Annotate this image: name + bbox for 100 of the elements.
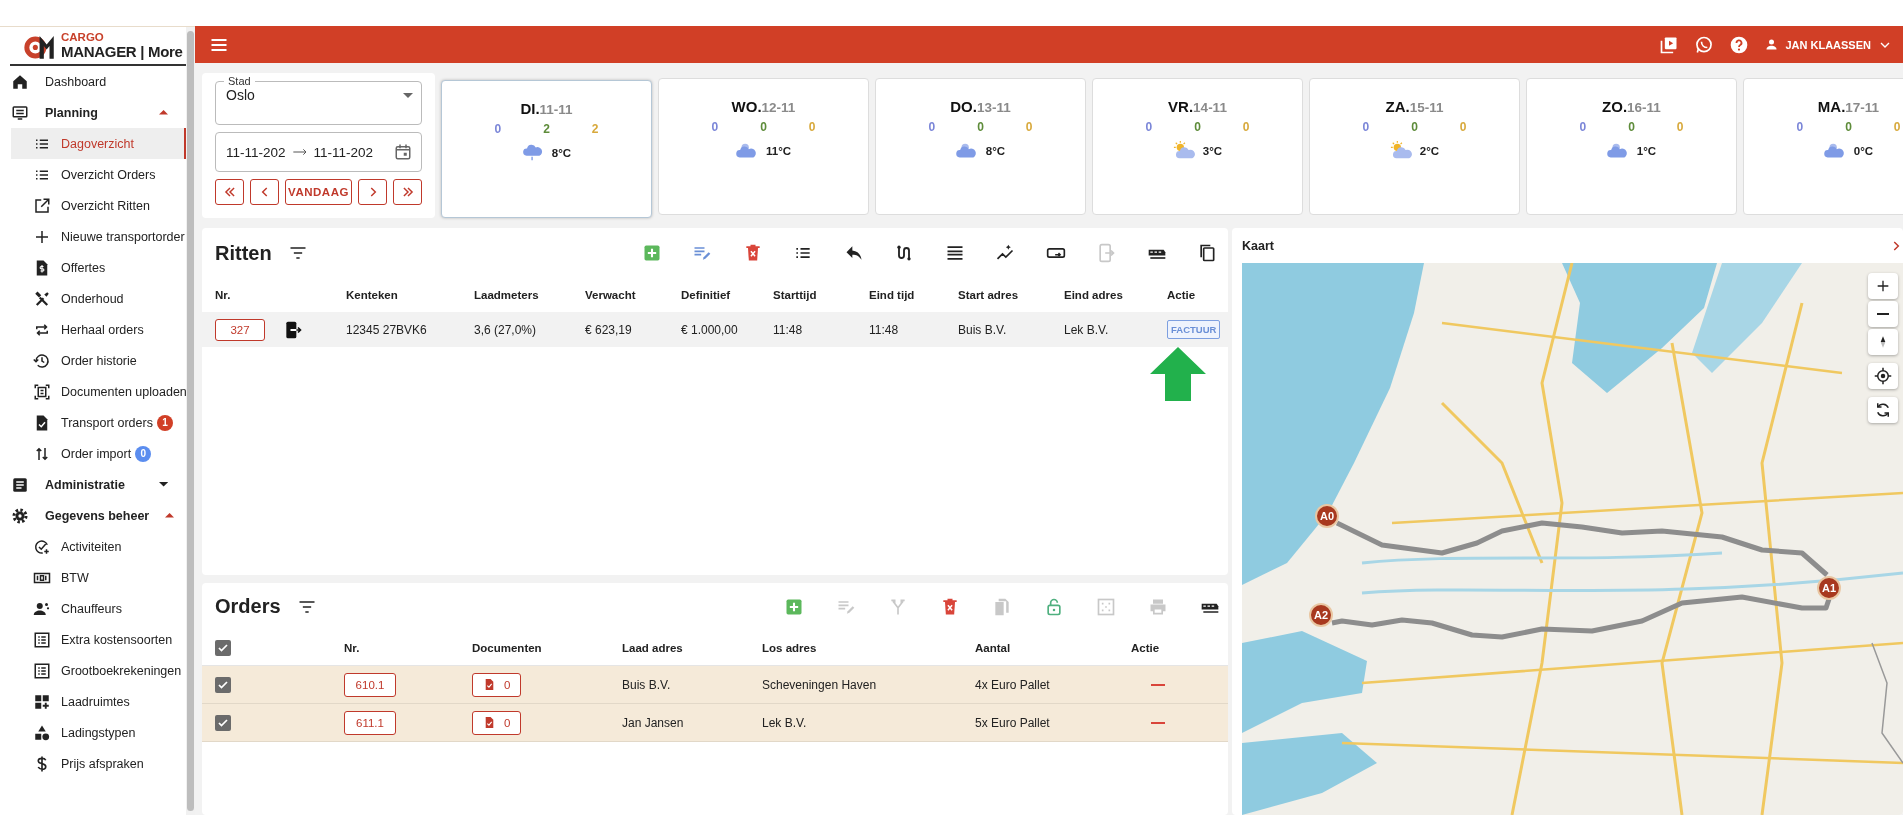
document-icon	[483, 678, 496, 691]
previous-button[interactable]	[250, 179, 279, 205]
documents-button[interactable]: 0	[472, 672, 522, 697]
weekday: WO.	[731, 98, 762, 115]
sidebar-item[interactable]: Overzicht Ritten	[11, 190, 186, 221]
task-count: 0	[1676, 120, 1684, 134]
locate-button[interactable]	[1868, 363, 1898, 389]
sidebar-item[interactable]: Documenten uploaden	[11, 376, 186, 407]
document-icon	[483, 716, 496, 729]
table-cell-text: Scheveningen Haven	[762, 677, 878, 692]
sidebar-item[interactable]: Gegevens beheer	[0, 500, 186, 531]
order-number-button[interactable]: 610.1	[344, 672, 396, 697]
checkmark-icon	[217, 716, 229, 729]
route-icon[interactable]	[894, 243, 914, 263]
scrollbar[interactable]	[187, 31, 194, 811]
sidebar-item[interactable]: Offertes	[11, 252, 186, 283]
day-card[interactable]: ZO.16-11 0 0 0 1°C	[1526, 78, 1737, 215]
table-cell-text: Lek B.V.	[762, 715, 808, 730]
temperature: 1°C	[1636, 145, 1657, 157]
sidebar-item[interactable]: Order import 0	[11, 438, 186, 469]
column-header: Documenten	[472, 641, 543, 654]
temperature: 2°C	[1419, 145, 1440, 157]
temperature: 3°C	[1202, 145, 1223, 157]
day-card[interactable]: DI.11-11 0 2 2 8°C	[441, 80, 652, 218]
weekday: DO.	[950, 98, 977, 115]
day-card[interactable]: ZA.15-11 0 0 0 2°C	[1309, 78, 1520, 215]
grid-icon	[33, 692, 51, 711]
help-icon[interactable]	[1729, 34, 1750, 55]
arrow-icon	[1150, 347, 1206, 401]
sidebar-item[interactable]: Chauffeurs	[11, 593, 186, 624]
sidebar-item[interactable]: Dashboard	[0, 66, 186, 97]
today-button[interactable]: VANDAAG	[285, 179, 352, 205]
check-circle-icon	[33, 537, 51, 556]
last-button[interactable]	[393, 179, 422, 205]
task-count: 0	[928, 120, 936, 134]
task-count: 0	[760, 120, 767, 134]
sidebar-item[interactable]: Activiteiten	[11, 531, 186, 562]
day-card[interactable]: MA.17-11 0 0 0 0°C	[1743, 78, 1903, 215]
temperature: 11°C	[765, 145, 792, 157]
table-cell-text: Buis B.V.	[622, 677, 672, 692]
temperature: 8°C	[551, 147, 572, 159]
city-select[interactable]: Stad Oslo	[215, 75, 422, 125]
weekday: MA.	[1817, 98, 1846, 115]
task-count: 0	[808, 120, 816, 134]
tools-icon	[33, 289, 51, 308]
day-card[interactable]: VR.14-11 0 0 0 3°C	[1092, 78, 1303, 215]
first-button[interactable]	[215, 179, 244, 205]
checkmark-icon	[217, 641, 229, 654]
date-range-field[interactable]: 11-11-202 11-11-202	[215, 132, 422, 172]
panel-title: Orders	[215, 595, 281, 618]
copy-icon[interactable]	[1197, 243, 1217, 263]
checkbox[interactable]	[215, 714, 231, 731]
sidebar-item[interactable]: Laadruimtes	[11, 686, 186, 717]
day-card[interactable]: WO.12-11 0 0 0 11°C	[658, 78, 869, 215]
sidebar-item[interactable]: Dagoverzicht	[11, 128, 186, 159]
sidebar-item[interactable]: Order historie	[11, 345, 186, 376]
sidebar-item[interactable]: Ladingstypen	[11, 717, 186, 748]
table-cell-text: Buis B.V.	[958, 322, 1008, 337]
sidebar-item[interactable]: Extra kostensoorten	[11, 624, 186, 655]
checkbox[interactable]	[215, 639, 231, 656]
sidebar-item[interactable]: Onderhoud	[11, 283, 186, 314]
user-menu-button[interactable]: JAN KLAASSEN	[1764, 36, 1893, 53]
chat-icon[interactable]	[1694, 34, 1715, 55]
sidebar-item[interactable]: BTW	[11, 562, 186, 593]
date: 12-11	[761, 100, 796, 115]
checkbox[interactable]	[215, 676, 231, 693]
refresh-button[interactable]	[1868, 397, 1898, 423]
sidebar-item[interactable]: Nieuwe transportorder	[11, 221, 186, 252]
table-row[interactable]: 327 12345 27BVK6 3,6 (27,0%) € 623,19 € 1.000,00 11:48 11:48 Buis B.V. Lek B.V. FACTUUR	[202, 312, 1228, 347]
double-chevron-right-icon	[400, 185, 415, 199]
table-cell-text: 4x Euro Pallet	[975, 677, 1051, 692]
sidebar-item[interactable]: Transport orders 1	[11, 407, 186, 438]
lock-open-icon[interactable]	[1044, 596, 1064, 617]
date: 16-11	[1627, 100, 1661, 115]
zoom-out-button[interactable]	[1868, 301, 1898, 327]
trip-number-button[interactable]: 327	[215, 318, 265, 341]
delete-icon[interactable]	[940, 596, 960, 617]
next-button[interactable]	[358, 179, 387, 205]
calendar-icon	[394, 143, 412, 161]
remove-icon[interactable]	[1151, 683, 1165, 686]
sidebar-item[interactable]: Planning	[0, 97, 186, 128]
sidebar-item[interactable]: Overzicht Orders	[11, 159, 186, 190]
column-header: Eind adres	[1064, 289, 1124, 301]
sidebar-item[interactable]: Herhaal orders	[11, 314, 186, 345]
weekday: ZO.	[1602, 98, 1628, 115]
day-card[interactable]: DO.13-11 0 0 0 8°C	[875, 78, 1086, 215]
documents-button[interactable]: 0	[472, 710, 522, 735]
zoom-in-button[interactable]	[1868, 273, 1898, 299]
sidebar-item[interactable]: Administratie	[0, 469, 186, 500]
remove-icon[interactable]	[1151, 721, 1165, 724]
field-label: Stad	[227, 75, 252, 87]
task-count: 0	[1893, 120, 1901, 134]
plus-icon	[1875, 278, 1891, 294]
sidebar-item[interactable]: Prijs afspraken	[11, 748, 186, 779]
table-cell-text: 11:48	[869, 322, 900, 337]
sidebar-item[interactable]: Grootboekrekeningen	[11, 655, 186, 686]
order-number-button[interactable]: 611.1	[344, 710, 396, 735]
task-count: 2	[543, 122, 550, 136]
task-count: 0	[1025, 120, 1033, 134]
phone-exit-icon	[283, 319, 303, 340]
